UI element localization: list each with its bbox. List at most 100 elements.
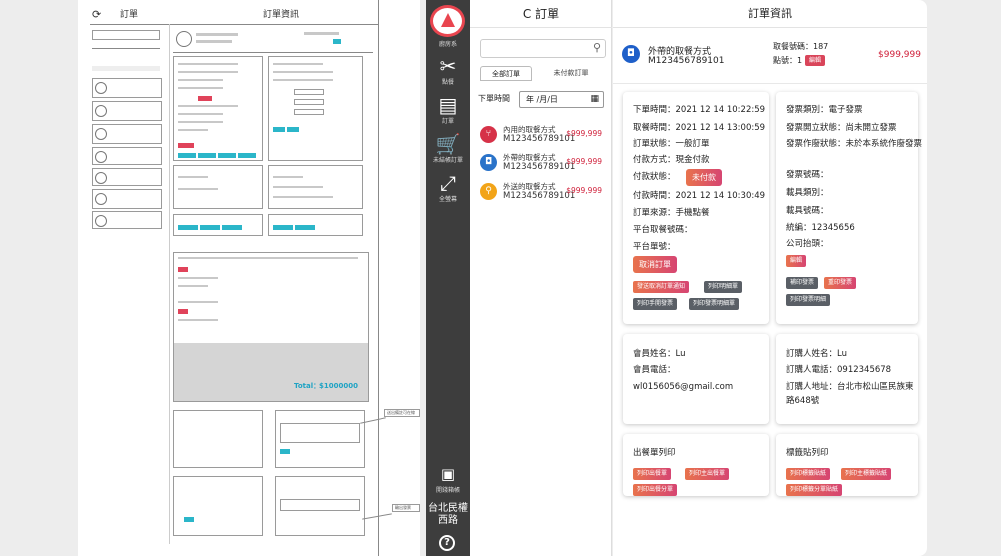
member-email: wl0156056@gmail.com — [633, 382, 734, 392]
brand-logo-icon[interactable] — [430, 5, 465, 37]
print-again-invoice-button[interactable]: 重印發票 — [824, 277, 857, 289]
sidebar-item-register[interactable]: ▣ 開錢箱帳 — [426, 463, 470, 494]
print-label-title: 標籤貼列印 — [786, 448, 829, 458]
member-phone: 會員電話： — [633, 365, 676, 375]
wire-row — [92, 124, 162, 144]
print-invoice-detail-button[interactable]: 列印發票明細單 — [689, 298, 740, 310]
wire-detail-title: 訂單資訊 — [263, 10, 300, 20]
wire-row — [92, 168, 162, 186]
expand-icon: ⤢ — [440, 171, 456, 195]
platform-pickup-number: 平台取餐號碼： — [633, 225, 693, 235]
calendar-icon[interactable]: ▦ — [590, 92, 599, 107]
summary-pickup-number: 取餐號碼：187 — [773, 42, 829, 51]
member-name: 會員姓名：Lu — [633, 349, 686, 359]
print-meal-card: 出餐單列印 列印出餐單 列印主出餐單 列印出餐分單 — [623, 434, 769, 496]
bag-icon: ◘ — [622, 45, 640, 63]
wire-row — [92, 147, 162, 165]
wire-row — [92, 211, 162, 229]
tab-all-orders[interactable]: 全部訂單 — [480, 66, 532, 81]
invoice-void-status: 發票作廢狀態：未於本系統作廢發票 — [786, 139, 923, 149]
platform-order-number: 平台單號： — [633, 242, 676, 252]
order-list-title: 訂單 — [535, 7, 560, 21]
orderer-address: 訂購人地址：台北市松山區民族東 — [786, 382, 914, 392]
logo-label: 廚房系 — [438, 41, 457, 48]
print-meal-split-button[interactable]: 列印出餐分單 — [633, 484, 678, 496]
refresh-icon[interactable]: C — [523, 7, 531, 21]
wire-card — [173, 410, 263, 468]
print-label-card: 標籤貼列印 列印標籤貼紙 列印主標籤貼紙 列印標籤分單貼紙 — [776, 434, 918, 496]
cancel-order-button[interactable]: 取消訂單 — [633, 256, 677, 273]
payment-time: 付款時間：2021 12 14 10:30:49 — [633, 191, 766, 201]
store-location[interactable]: 台北民權西路 — [426, 503, 470, 527]
unpaid-badge[interactable]: 未付款 — [686, 169, 722, 186]
orderer-card: 訂購人姓名：Lu 訂購人電話：0912345678 訂購人地址：台北市松山區民族… — [776, 334, 918, 424]
wire-list-title: 訂單 — [120, 10, 139, 20]
tab-unpaid-orders[interactable]: 未付款訂單 — [536, 66, 606, 81]
payment-status: 付款狀態： — [633, 172, 676, 182]
order-status: 訂單狀態：一般訂單 — [633, 139, 710, 149]
date-input[interactable]: 年 /月/日 ▦ — [519, 91, 604, 108]
wire-card — [173, 165, 263, 209]
summary-edit-button[interactable]: 編輯 — [805, 55, 826, 66]
order-detail-panel: 訂單資訊 ◘ 外帶的取餐方式 M123456789101 取餐號碼：187 點號… — [613, 0, 927, 556]
bag-icon: ◘ — [480, 154, 497, 171]
scooter-icon: ⚲ — [480, 183, 497, 200]
search-input[interactable]: ⚲ — [480, 39, 606, 58]
wire-search — [92, 30, 160, 40]
wire-card — [173, 476, 263, 536]
print-detail-button[interactable]: 列印明細單 — [704, 281, 743, 293]
print-meal-button[interactable]: 列印出餐單 — [633, 468, 672, 480]
print-main-meal-button[interactable]: 列印主出餐單 — [685, 468, 730, 480]
wire-card — [268, 56, 363, 161]
print-invoice-list-button[interactable]: 列印發票明細 — [786, 294, 831, 306]
order-source: 訂單來源：手機點餐 — [633, 208, 710, 218]
print-manual-invoice-button[interactable]: 列印手開發票 — [633, 298, 678, 310]
dining-icon: ✂ — [439, 54, 457, 78]
summary-points: 點號：1 — [773, 56, 803, 65]
wire-card — [275, 476, 365, 536]
invoice-type: 發票類別：電子發票 — [786, 105, 863, 115]
orderer-phone: 訂購人電話：0912345678 — [786, 365, 892, 375]
payment-method: 付款方式：現金付款 — [633, 155, 710, 165]
sidebar-item-orders[interactable]: ▤ 訂單 — [426, 94, 470, 125]
send-cancel-notice-button[interactable]: 發送取消訂單通知 — [633, 281, 690, 293]
print-main-label-button[interactable]: 列印主標籤貼紙 — [841, 468, 892, 480]
order-info-card: 下單時間：2021 12 14 10:22:59 取餐時間：2021 12 14… — [623, 92, 769, 324]
wire-row — [92, 189, 162, 209]
reprint-invoice-button[interactable]: 補印發票 — [786, 277, 819, 289]
fork-knife-icon: ⑂ — [480, 126, 497, 143]
help-icon[interactable]: ? — [439, 535, 455, 551]
order-id: M123456789101 — [503, 134, 576, 144]
clipboard-icon: ▤ — [438, 93, 458, 117]
wire-card — [173, 56, 263, 161]
order-id: M123456789101 — [503, 191, 576, 201]
order-price: $999,999 — [566, 129, 602, 138]
sidebar-item-unpaid[interactable]: 🛒 未結帳訂單 — [426, 133, 470, 164]
print-label-split-button[interactable]: 列印標籤分單貼紙 — [786, 484, 843, 496]
member-card: 會員姓名：Lu 會員電話： wl0156056@gmail.com — [623, 334, 769, 424]
order-list-header: C 訂單 — [470, 0, 612, 28]
wire-items: Total： $1000000 — [173, 252, 369, 402]
cash-drawer-icon: ▣ — [440, 465, 456, 483]
order-time: 下單時間：2021 12 14 10:22:59 — [633, 105, 766, 115]
app-sidebar: 廚房系 ✂ 點餐 ▤ 訂單 🛒 未結帳訂單 ⤢ 全螢幕 ▣ 開錢箱帳 台北民權西… — [426, 0, 470, 556]
order-list-item[interactable]: ⑂ 內用的取餐方式 M123456789101 $999,999 — [480, 124, 608, 152]
wire-row — [92, 78, 162, 98]
date-value: 年 /月/日 — [526, 95, 558, 104]
wire-note-1: 送出備註可在線 — [384, 409, 420, 417]
summary-id: M123456789101 — [648, 56, 725, 66]
order-list-item[interactable]: ⚲ 外送的取餐方式 M123456789101 $999,999 — [480, 181, 608, 209]
cart-icon: 🛒 — [435, 132, 461, 156]
edit-invoice-button[interactable]: 編輯 — [786, 255, 807, 267]
order-id: M123456789101 — [503, 162, 576, 172]
invoice-number: 發票號碼： — [786, 170, 829, 180]
sidebar-item-label: 未結帳訂單 — [432, 157, 463, 164]
order-detail-title: 訂單資訊 — [613, 0, 927, 28]
sidebar-item-dining[interactable]: ✂ 點餐 — [426, 55, 470, 86]
carrier-number: 載具號碼： — [786, 206, 829, 216]
wire-card — [268, 165, 363, 209]
print-label-button[interactable]: 列印標籤貼紙 — [786, 468, 831, 480]
tax-id: 統編：12345656 — [786, 223, 855, 233]
sidebar-item-fullscreen[interactable]: ⤢ 全螢幕 — [426, 172, 470, 203]
order-list-item[interactable]: ◘ 外帶的取餐方式 M123456789101 $999,999 — [480, 152, 608, 180]
